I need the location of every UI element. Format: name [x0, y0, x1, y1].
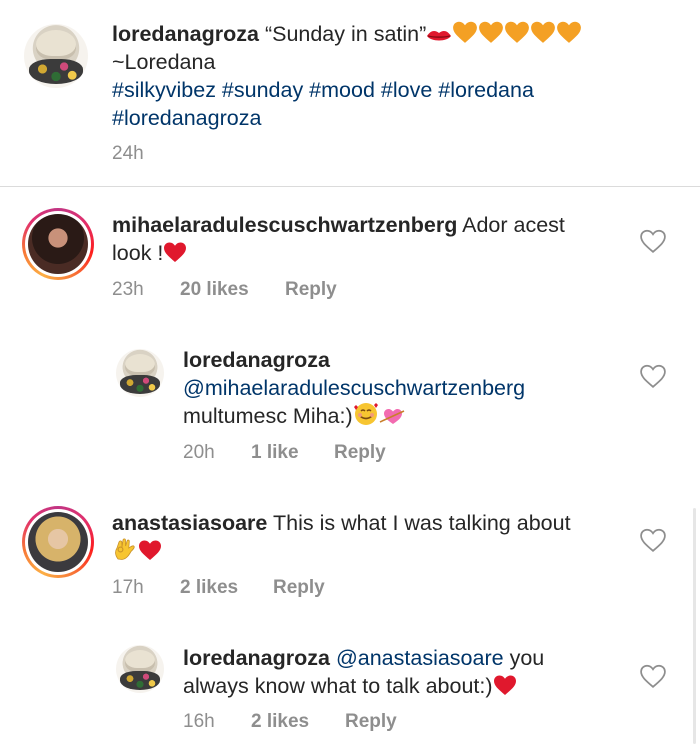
like-heart-icon[interactable]	[640, 528, 666, 552]
reply-button[interactable]: Reply	[285, 279, 337, 301]
comment-body: Ador acest	[462, 213, 565, 237]
comment-likes[interactable]: 20 likes	[180, 279, 249, 301]
reply-avatar[interactable]	[116, 645, 164, 693]
smiling-face-with-hearts-icon	[353, 402, 379, 433]
red-heart-icon	[493, 674, 517, 703]
like-heart-icon[interactable]	[640, 229, 666, 253]
avatar-hair	[124, 649, 156, 672]
orange-heart-icon	[452, 20, 478, 51]
comment-likes[interactable]: 2 likes	[251, 711, 309, 733]
ok-hand-icon	[112, 537, 138, 568]
red-heart-icon	[163, 241, 187, 270]
comment-text: anastasiasoare This is what I was talkin…	[112, 509, 571, 537]
lips-emoji-icon	[426, 23, 452, 51]
caption-username[interactable]: loredanagroza	[112, 22, 259, 46]
like-heart-icon[interactable]	[640, 364, 666, 388]
comment-body: look !	[112, 241, 164, 265]
comment-username[interactable]: loredanagroza	[183, 348, 330, 372]
comment-time: 16h	[183, 711, 215, 732]
heart-with-arrow-icon	[379, 405, 405, 433]
orange-heart-icon	[530, 20, 556, 51]
reply-avatar[interactable]	[116, 349, 164, 397]
story-ring-avatar[interactable]	[22, 506, 94, 578]
caption-hashtags[interactable]: #silkyvibez #sunday #mood #love #loredan…	[112, 76, 534, 104]
comment-time: 23h	[112, 279, 144, 300]
reply-button[interactable]: Reply	[334, 442, 386, 464]
comment-time: 17h	[112, 577, 144, 598]
like-heart-icon[interactable]	[640, 664, 666, 688]
comment-body: always know what to talk about:)	[183, 674, 493, 698]
caption-line-2: ~Loredana	[112, 50, 216, 74]
reply-button[interactable]: Reply	[345, 711, 397, 733]
orange-heart-icon	[556, 20, 582, 51]
caption-timestamp: 24h	[112, 143, 144, 164]
comment-text: look !	[112, 239, 187, 270]
reply-button[interactable]: Reply	[273, 577, 325, 599]
reply-username: loredanagroza	[183, 346, 330, 374]
comment-likes[interactable]: 1 like	[251, 442, 299, 464]
comment-text: multumesc Miha:)	[183, 402, 405, 433]
story-ring-avatar[interactable]	[22, 208, 94, 280]
avatar-flowers	[119, 374, 161, 395]
scrollbar[interactable]	[693, 508, 696, 744]
mention-link[interactable]: @anastasiasoare	[336, 646, 504, 670]
avatar-hair	[124, 353, 156, 376]
avatar-flowers	[119, 670, 161, 691]
avatar-hair	[35, 30, 77, 60]
divider	[0, 186, 700, 187]
comment-username[interactable]: mihaelaradulescuschwartzenberg	[112, 213, 457, 237]
caption-hashtags[interactable]: #loredanagroza	[112, 104, 261, 132]
caption-avatar[interactable]	[24, 24, 88, 88]
comment-text: mihaelaradulescuschwartzenberg Ador aces…	[112, 211, 565, 239]
orange-heart-icon	[478, 20, 504, 51]
avatar	[28, 512, 88, 572]
caption-line-1: loredanagroza “Sunday in satin”	[112, 20, 582, 51]
comment-text	[112, 537, 162, 568]
comment-body: This is what I was talking about	[272, 511, 571, 535]
comment-body: you	[509, 646, 545, 670]
comment-username[interactable]: anastasiasoare	[112, 511, 267, 535]
avatar	[28, 214, 88, 274]
comment-likes[interactable]: 2 likes	[180, 577, 238, 599]
comment-text: always know what to talk about:)	[183, 672, 517, 703]
comment-text: loredanagroza @anastasiasoare you	[183, 644, 544, 672]
comment-time: 20h	[183, 442, 215, 463]
red-heart-icon	[138, 539, 162, 568]
comment-body: multumesc Miha:)	[183, 404, 353, 428]
orange-heart-icon	[504, 20, 530, 51]
mention-link[interactable]: @mihaelaradulescuschwartzenberg	[183, 374, 525, 402]
caption-text: “Sunday in satin”	[264, 22, 427, 46]
avatar-flowers	[29, 58, 83, 85]
comment-username[interactable]: loredanagroza	[183, 646, 330, 670]
